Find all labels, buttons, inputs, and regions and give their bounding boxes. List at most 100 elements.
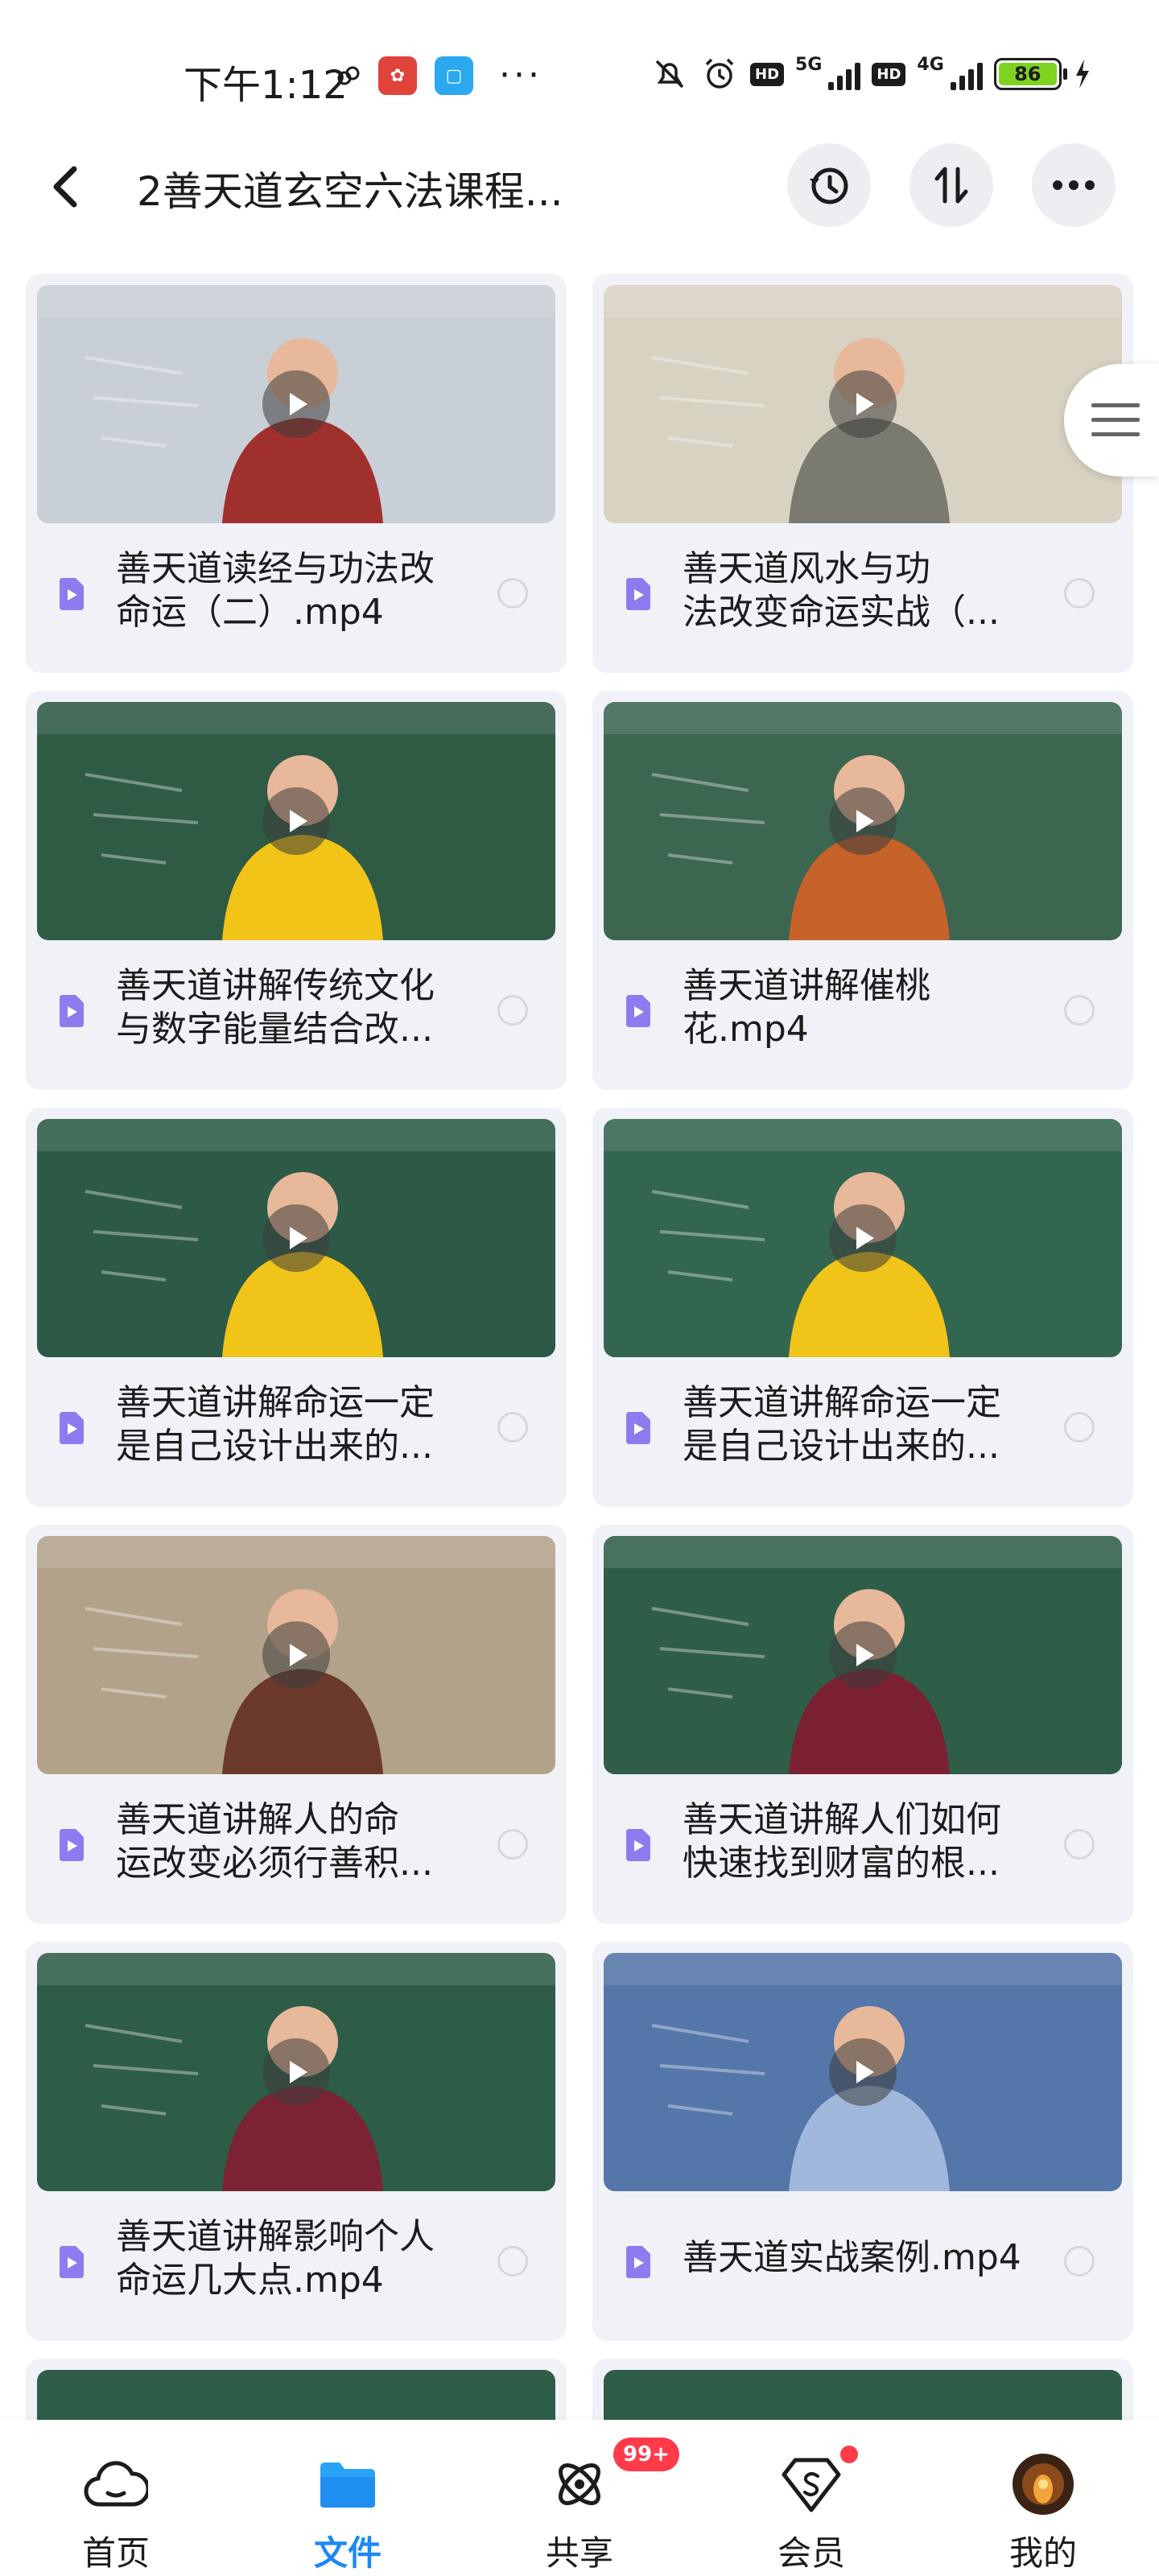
nav-share-label: 共享 <box>545 2533 613 2573</box>
play-icon[interactable] <box>829 1204 897 1272</box>
play-icon[interactable] <box>829 1621 897 1689</box>
back-button[interactable] <box>40 161 92 213</box>
select-checkbox[interactable] <box>497 578 528 609</box>
video-file-icon <box>56 1829 85 1861</box>
mute-bell-icon <box>655 60 684 89</box>
select-checkbox[interactable] <box>1064 995 1095 1026</box>
select-checkbox[interactable] <box>1064 1412 1095 1443</box>
nav-vip[interactable]: 会员 <box>695 2420 927 2576</box>
select-checkbox[interactable] <box>497 1829 528 1860</box>
bottom-navigation: 首页 文件 99+ 共享 会员 我的 <box>0 2420 1159 2576</box>
file-card[interactable]: 善天道讲解人们如何 快速找到财富的根... <box>592 1525 1133 1924</box>
alarm-icon <box>705 58 734 89</box>
nav-files-label: 文件 <box>313 2533 382 2573</box>
file-card[interactable]: 善天道风水与功 法改变命运实战（... <box>592 274 1133 673</box>
file-card[interactable]: 善天道实战案例.mp4 <box>592 1942 1133 2341</box>
status-time: 下午1:12 <box>184 63 348 108</box>
file-title-line1: 善天道讲解命运一定 <box>116 1382 435 1423</box>
network-4g-label: 4G <box>917 55 944 75</box>
status-system-icons: HD 5G HD 4G 86 <box>650 55 1092 93</box>
play-icon[interactable] <box>829 787 897 855</box>
play-icon[interactable] <box>829 370 897 438</box>
select-checkbox[interactable] <box>497 1412 528 1443</box>
file-card[interactable]: 善天道讲解命运一定 是自己设计出来的... <box>26 1108 567 1507</box>
file-title-line2: 花.mp4 <box>683 1009 809 1050</box>
file-card[interactable]: 善天道讲解催桃 花.mp4 <box>592 691 1133 1090</box>
file-title: 善天道风水与功 法改变命运实战（... <box>683 547 1053 634</box>
avatar <box>1011 2452 1075 2516</box>
network-5g-label: 5G <box>795 55 823 75</box>
file-title-line2: 与数字能量结合改... <box>116 1009 433 1050</box>
video-thumbnail[interactable] <box>604 1119 1122 1357</box>
file-title-line1: 善天道实战案例.mp4 <box>683 2237 1021 2278</box>
file-title-line2: 命运（二）.mp4 <box>116 592 384 633</box>
select-checkbox[interactable] <box>1064 1829 1095 1860</box>
play-icon[interactable] <box>829 2038 897 2106</box>
play-icon[interactable] <box>262 2038 330 2106</box>
video-thumbnail[interactable] <box>37 1536 555 1774</box>
video-thumbnail[interactable] <box>37 702 555 940</box>
video-file-icon <box>56 995 85 1027</box>
file-title: 善天道讲解传统文化 与数字能量结合改... <box>116 964 486 1051</box>
file-card[interactable]: 善天道读经与功法改 命运（二）.mp4 <box>26 274 567 673</box>
sort-icon <box>934 167 968 204</box>
file-title: 善天道讲解催桃 花.mp4 <box>683 964 1053 1051</box>
app-notification-icon-2: ▢ <box>435 56 473 95</box>
file-title: 善天道读经与功法改 命运（二）.mp4 <box>116 547 486 634</box>
hd-badge-2: HD <box>872 62 906 86</box>
video-thumbnail[interactable] <box>604 1953 1122 2191</box>
hd-badge: HD <box>750 62 785 86</box>
select-checkbox[interactable] <box>1064 578 1095 609</box>
play-icon[interactable] <box>262 787 330 855</box>
video-thumbnail[interactable] <box>37 1953 555 2191</box>
file-title: 善天道讲解影响个人 命运几大点.mp4 <box>116 2215 486 2302</box>
file-title-line1: 善天道讲解影响个人 <box>116 2216 435 2257</box>
file-title: 善天道讲解人们如何 快速找到财富的根... <box>683 1798 1053 1885</box>
video-file-icon <box>623 2246 652 2278</box>
more-horizontal-icon <box>1053 180 1095 190</box>
battery-icon: 86 <box>993 58 1067 90</box>
video-file-icon <box>623 578 652 610</box>
file-title: 善天道讲解人的命 运改变必须行善积... <box>116 1798 486 1885</box>
play-icon[interactable] <box>262 1621 330 1689</box>
file-title-line2: 是自己设计出来的... <box>116 1426 433 1467</box>
menu-lines-icon <box>1091 403 1140 436</box>
video-thumbnail[interactable] <box>604 285 1122 523</box>
file-title-line1: 善天道讲解传统文化 <box>116 965 435 1006</box>
charging-icon <box>1075 60 1089 89</box>
video-file-icon <box>56 2246 85 2278</box>
file-title-line2: 命运几大点.mp4 <box>116 2260 384 2301</box>
file-title-line1: 善天道风水与功 <box>683 548 930 589</box>
more-options-button[interactable] <box>1032 143 1116 227</box>
nav-share[interactable]: 99+ 共享 <box>464 2420 695 2576</box>
video-thumbnail[interactable] <box>37 285 555 523</box>
link-icon <box>337 66 360 85</box>
file-title-line2: 是自己设计出来的... <box>683 1426 1000 1467</box>
title-bar: 2善天道玄空六法课程... <box>0 137 1159 233</box>
file-title-line2: 法改变命运实战（... <box>683 592 1000 633</box>
file-card[interactable]: 善天道讲解影响个人 命运几大点.mp4 <box>26 1942 567 2341</box>
select-checkbox[interactable] <box>497 995 528 1026</box>
select-checkbox[interactable] <box>1064 2246 1095 2277</box>
file-card[interactable]: 善天道讲解命运一定 是自己设计出来的... <box>592 1108 1133 1507</box>
nav-files[interactable]: 文件 <box>232 2420 464 2576</box>
page-title: 2善天道玄空六法课程... <box>137 168 563 215</box>
history-button[interactable] <box>787 143 871 227</box>
file-card[interactable]: 善天道讲解传统文化 与数字能量结合改... <box>26 691 567 1090</box>
history-icon <box>810 167 848 204</box>
nav-me[interactable]: 我的 <box>927 2420 1159 2576</box>
video-thumbnail[interactable] <box>604 1536 1122 1774</box>
cloud-home-icon <box>84 2452 148 2516</box>
sort-button[interactable] <box>909 143 993 227</box>
play-icon[interactable] <box>262 1204 330 1272</box>
video-thumbnail[interactable] <box>604 702 1122 940</box>
file-card[interactable]: 善天道讲解人的命 运改变必须行善积... <box>26 1525 567 1924</box>
share-atom-icon <box>547 2452 612 2516</box>
file-title-line1: 善天道讲解人们如何 <box>683 1799 1001 1840</box>
vip-notification-dot <box>840 2446 858 2463</box>
file-title-line2: 快速找到财富的根... <box>683 1843 1000 1884</box>
video-thumbnail[interactable] <box>37 1119 555 1357</box>
select-checkbox[interactable] <box>497 2246 528 2277</box>
play-icon[interactable] <box>262 370 330 438</box>
nav-home[interactable]: 首页 <box>0 2420 232 2576</box>
